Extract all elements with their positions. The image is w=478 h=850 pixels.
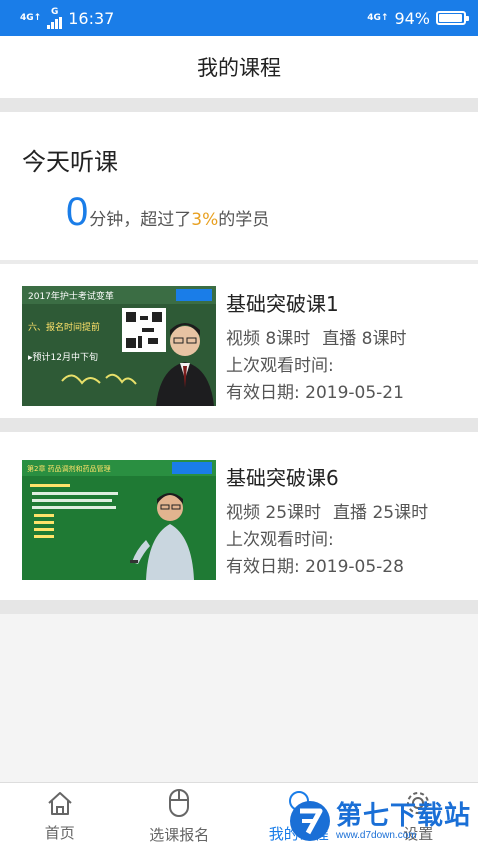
today-stats: 0 分钟，超过了 3% 的学员 (22, 190, 456, 234)
thumb-caption: 第2章 药品调剂和药品管理 (27, 464, 111, 473)
valid-date: 有效日期: 2019-05-21 (226, 383, 404, 403)
section-divider (0, 418, 478, 432)
last-watch: 上次观看时间: (226, 530, 334, 550)
section-divider (0, 98, 478, 112)
last-watch: 上次观看时间: (226, 356, 334, 376)
video-hours: 视频 8课时 (226, 329, 311, 349)
course-card[interactable]: 2017年护士考试变革 六、报名时间提前 ▸预计12月中下旬 基础突破课1 视频… (0, 264, 478, 418)
tab-home[interactable]: 首页 (0, 783, 120, 850)
course-thumbnail: 第2章 药品调剂和药品管理 (22, 460, 216, 580)
course-title: 基础突破课1 (226, 292, 339, 316)
thumb-caption: 2017年护士考试变革 (28, 290, 114, 302)
tab-label: 选课报名 (149, 826, 210, 844)
course-hours: 视频 25课时 直播 25课时 (226, 500, 428, 527)
watermark-logo (290, 801, 330, 841)
course-hours: 视频 8课时 直播 8课时 (226, 326, 406, 353)
signal-icon: 4G↑ (20, 12, 42, 23)
network-tag-right: 4G↑ (367, 12, 389, 23)
today-title: 今天听课 (22, 148, 118, 176)
watermark: 第七下载站 www.d7down.com (288, 792, 478, 850)
course-thumbnail: 2017年护士考试变革 六、报名时间提前 ▸预计12月中下旬 (22, 286, 216, 406)
course-info: 基础突破课6 视频 25课时 直播 25课时 上次观看时间: 有效日期: 2019… (226, 460, 428, 600)
live-hours: 直播 25课时 (333, 503, 429, 523)
mouse-icon (169, 789, 190, 817)
course-info: 基础突破课1 视频 8课时 直播 8课时 上次观看时间: 有效日期: 2019-0… (226, 286, 406, 418)
page-title: 我的课程 (0, 36, 478, 98)
video-hours: 视频 25课时 (226, 503, 322, 523)
course-title: 基础突破课6 (226, 466, 339, 490)
today-minutes: 0 (66, 190, 89, 234)
section-divider (0, 600, 478, 614)
network-tag: 4G↑ (20, 12, 42, 23)
today-text-before: 分钟，超过了 (89, 210, 192, 230)
status-left: 4G↑ G 16:37 (20, 6, 115, 29)
signal-bars-icon: G (47, 6, 63, 29)
watermark-text: 第七下载站 www.d7down.com (336, 802, 471, 841)
tab-label: 首页 (44, 824, 75, 842)
live-hours: 直播 8课时 (322, 329, 407, 349)
status-right: 4G↑ 94% (367, 8, 469, 28)
valid-date: 有效日期: 2019-05-28 (226, 557, 404, 577)
today-percent: 3% (191, 210, 219, 230)
status-bar: 4G↑ G 16:37 4G↑ 94% (0, 0, 478, 36)
battery-percent: 94% (394, 8, 430, 28)
network-tag-2: G (51, 6, 59, 17)
watermark-main: 第七下载站 (336, 800, 472, 831)
tab-course-select[interactable]: 选课报名 (120, 783, 240, 850)
today-card: 今天听课 0 分钟，超过了 3% 的学员 (0, 112, 478, 260)
thumb-line-2: ▸预计12月中下旬 (28, 351, 98, 363)
thumb-line-1: 六、报名时间提前 (28, 321, 100, 333)
home-icon (48, 792, 72, 815)
course-card[interactable]: 第2章 药品调剂和药品管理 基础突破课6 视频 25课时 直播 25课时 上次观看… (0, 432, 478, 600)
today-text-after: 的学员 (218, 210, 270, 230)
clock: 16:37 (68, 8, 115, 28)
watermark-url: www.d7down.com (336, 829, 417, 841)
battery-icon (436, 11, 469, 25)
